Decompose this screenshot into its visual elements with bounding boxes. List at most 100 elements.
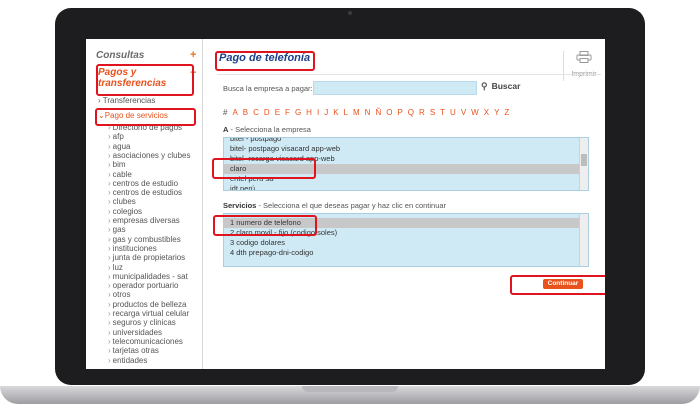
chevron-right-icon: › — [108, 290, 111, 300]
chevron-right-icon: › — [108, 243, 111, 253]
chevron-right-icon: › — [108, 150, 111, 160]
alphabet-letter[interactable]: K — [333, 108, 338, 117]
list-item[interactable]: 4 dth prepago-dni-codigo — [224, 248, 588, 258]
expand-consultas-icon[interactable]: + — [190, 49, 196, 61]
alphabet-letter[interactable]: Ñ — [375, 108, 381, 117]
alphabet-letter[interactable]: T — [440, 108, 445, 117]
sidebar-category[interactable]: › centros de estudio — [108, 179, 178, 188]
sidebar-category[interactable]: › universidades — [108, 328, 162, 337]
list-item[interactable]: bitel - postpago — [224, 138, 588, 144]
alphabet-letter[interactable]: S — [430, 108, 435, 117]
alphabet-letter[interactable]: W — [471, 108, 479, 117]
sidebar-category-label: entidades — [112, 355, 148, 365]
alphabet-letter[interactable]: N — [365, 108, 371, 117]
alphabet-letter[interactable]: F — [285, 108, 290, 117]
sidebar-category[interactable]: › junta de propietarios — [108, 253, 185, 262]
sidebar-category-label: operador portuario — [112, 281, 179, 291]
servicios-section-label: Servicios - Selecciona el que deseas pag… — [223, 201, 446, 210]
chevron-right-icon: › — [108, 271, 111, 281]
highlight-pago-servicios — [95, 108, 196, 126]
sidebar-category-label: afp — [112, 132, 124, 142]
sidebar-category[interactable]: › recarga virtual celular — [108, 309, 189, 318]
chevron-right-icon: › — [108, 225, 111, 235]
sidebar-category[interactable]: › bim — [108, 160, 126, 169]
sidebar-category[interactable]: › clubes — [108, 197, 136, 206]
sidebar-category[interactable]: › gas y combustibles — [108, 235, 181, 244]
sidebar-category[interactable]: › afp — [108, 132, 124, 141]
sidebar-category[interactable]: › gas — [108, 225, 126, 234]
alphabet-letter[interactable]: A — [232, 108, 237, 117]
sidebar-category[interactable]: › operador portuario — [108, 281, 179, 290]
sidebar-category-label: junta de propietarios — [112, 253, 186, 263]
sidebar-category[interactable]: › instituciones — [108, 244, 157, 253]
sidebar-category[interactable]: › productos de belleza — [108, 300, 187, 309]
alphabet-letter[interactable]: U — [450, 108, 456, 117]
search-button[interactable]: ⚲ Buscar — [481, 81, 520, 92]
sidebar-category[interactable]: › municipalidades - sat — [108, 272, 188, 281]
alphabet-filter: # A B C D E F G H I J K L M N Ñ O P Q R S T U V W X Y Z — [223, 108, 514, 117]
sidebar-category[interactable]: › luz — [108, 263, 123, 272]
alphabet-letter[interactable]: J — [324, 108, 328, 117]
alphabet-letter[interactable]: B — [243, 108, 248, 117]
sidebar-category[interactable]: › centros de estudios — [108, 188, 182, 197]
sidebar-category[interactable]: › asociaciones y clubes — [108, 151, 191, 160]
scroll-thumb[interactable] — [581, 154, 587, 166]
alphabet-letter[interactable]: M — [353, 108, 360, 117]
alphabet-letter[interactable]: H — [306, 108, 312, 117]
chevron-right-icon: › — [108, 346, 111, 356]
alphabet-letter[interactable]: D — [264, 108, 270, 117]
print-button[interactable]: Imprimir — [563, 51, 604, 81]
sidebar-category-label: instituciones — [112, 243, 157, 253]
alphabet-letter[interactable]: V — [461, 108, 466, 117]
screen: Consultas + Pagos y transferencias + › T… — [86, 39, 605, 369]
sidebar-category-label: telecomunicaciones — [112, 336, 183, 346]
list-item[interactable]: idt perú — [224, 184, 588, 190]
search-input[interactable] — [313, 81, 477, 95]
chevron-right-icon: › — [108, 262, 111, 272]
sidebar-category-label: clubes — [112, 197, 136, 207]
list-item[interactable]: 3 codigo dolares — [224, 238, 588, 248]
alphabet-letter[interactable]: Z — [504, 108, 509, 117]
sidebar-category-label: seguros y clinicas — [112, 318, 176, 328]
sidebar-category[interactable]: › otros — [108, 290, 130, 299]
alphabet-letter[interactable]: C — [253, 108, 259, 117]
chevron-right-icon: › — [108, 336, 111, 346]
alphabet-letter[interactable]: X — [484, 108, 489, 117]
sidebar-category-label: asociaciones y clubes — [112, 150, 191, 160]
sidebar-category-label: centros de estudios — [112, 188, 183, 198]
servicios-scrollbar[interactable] — [579, 214, 588, 266]
empresa-scrollbar[interactable] — [579, 138, 588, 190]
chevron-right-icon: › — [108, 188, 111, 198]
sidebar-category-label: cable — [112, 169, 132, 179]
sidebar-category-label: gas y combustibles — [112, 234, 181, 244]
sidebar-category[interactable]: › telecomunicaciones — [108, 337, 183, 346]
sidebar-category[interactable]: › empresas diversas — [108, 216, 180, 225]
alphabet-letter[interactable]: R — [419, 108, 425, 117]
main-content: Pago de telefonía Imprimir Busca la empr… — [203, 39, 605, 369]
sidebar-category-label: tarjetas otras — [112, 346, 159, 356]
alphabet-letter[interactable]: # — [223, 108, 227, 117]
alphabet-letter[interactable]: Q — [408, 108, 414, 117]
divider — [217, 74, 601, 75]
sidebar-item-transferencias[interactable]: › Transferencias — [98, 96, 155, 105]
chevron-right-icon: › — [108, 178, 111, 188]
sidebar-category[interactable]: › cable — [108, 170, 132, 179]
sidebar-category[interactable]: › seguros y clinicas — [108, 318, 176, 327]
alphabet-letter[interactable]: G — [295, 108, 301, 117]
sidebar-consultas[interactable]: Consultas — [96, 50, 144, 61]
alphabet-letter[interactable]: I — [317, 108, 319, 117]
sidebar-category-label: centros de estudio — [112, 178, 179, 188]
alphabet-letter[interactable]: L — [344, 108, 348, 117]
sidebar-category-label: empresas diversas — [112, 216, 180, 225]
chevron-right-icon: › — [108, 318, 111, 328]
sidebar-category[interactable]: › tarjetas otras — [108, 346, 159, 355]
sidebar-category[interactable]: › colegios — [108, 207, 142, 216]
list-item[interactable]: bitel- postpago visacard app-web — [224, 144, 588, 154]
alphabet-letter[interactable]: Y — [494, 108, 499, 117]
sidebar-category[interactable]: › agua — [108, 142, 130, 151]
search-icon: ⚲ — [481, 81, 488, 91]
alphabet-letter[interactable]: O — [386, 108, 392, 117]
alphabet-letter[interactable]: E — [275, 108, 280, 117]
sidebar-category[interactable]: › entidades — [108, 356, 147, 365]
alphabet-letter[interactable]: P — [397, 108, 402, 117]
